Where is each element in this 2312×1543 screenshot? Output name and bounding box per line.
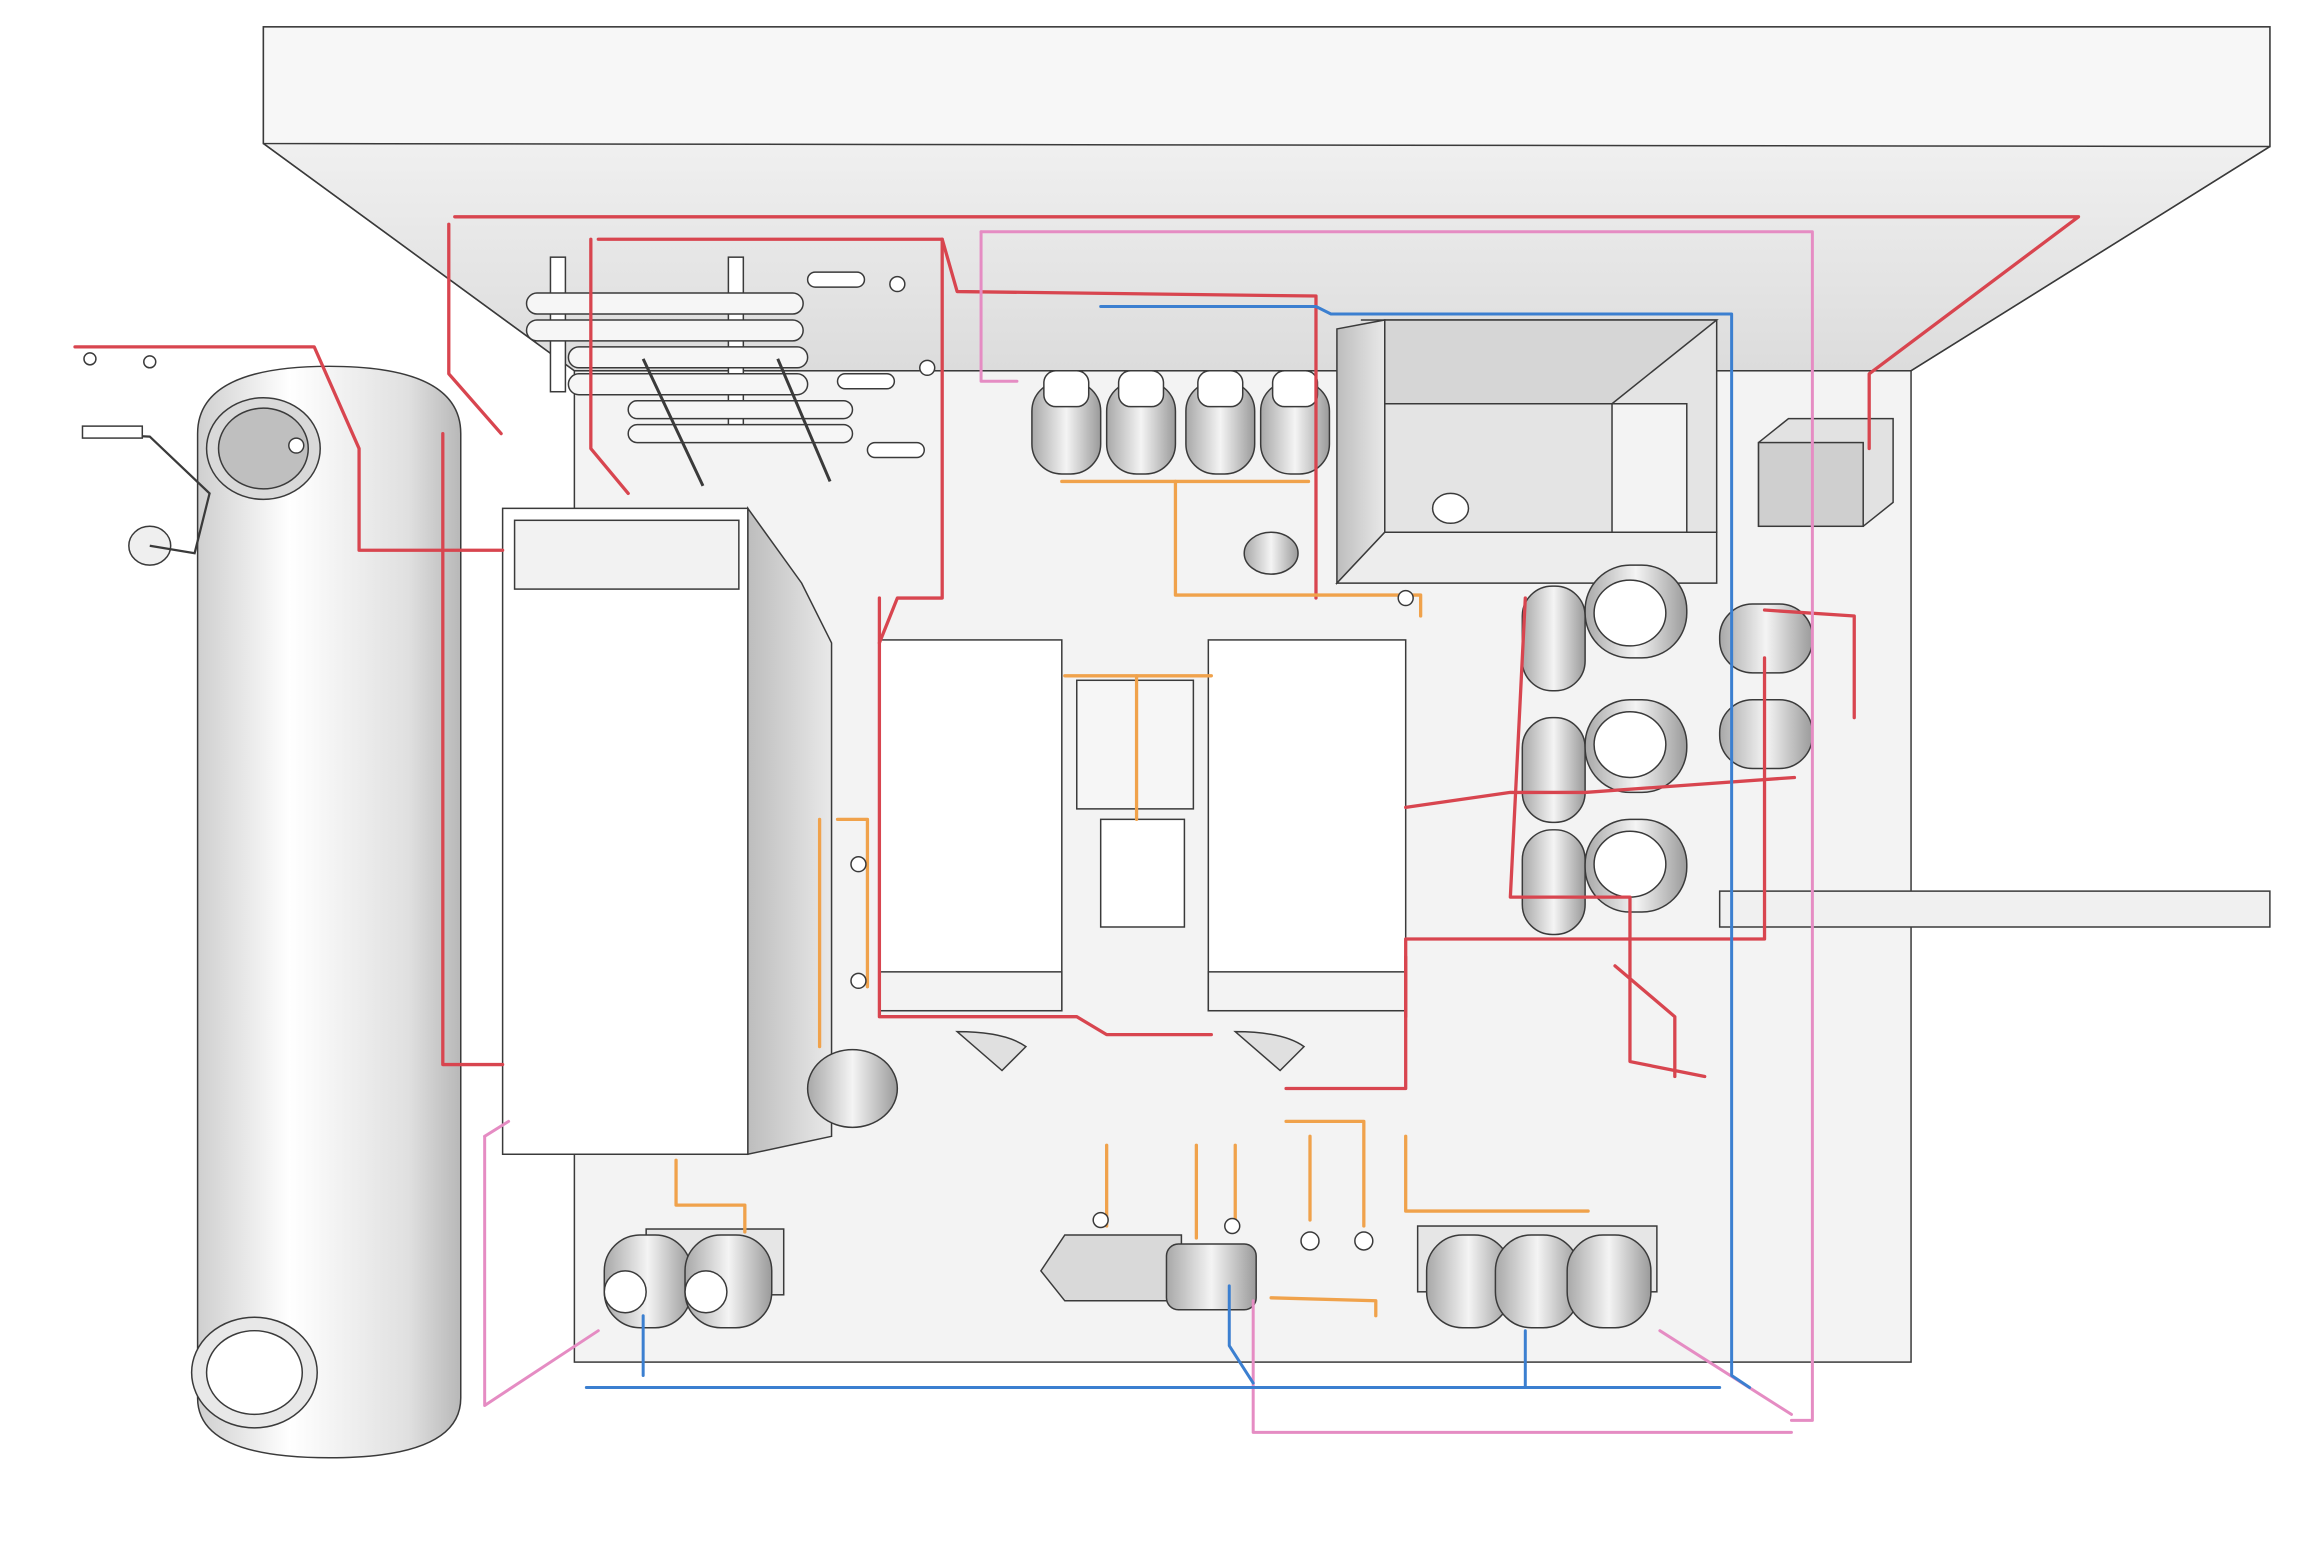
boiler-room-isometric-view (0, 0, 2312, 1543)
storage-tank (81, 365, 462, 1459)
boiler-right (1207, 639, 1407, 1072)
boiler-left (878, 639, 1063, 1072)
fuel-pump-unit (1039, 1234, 1257, 1311)
plant-room-drawing (73, 26, 2271, 1459)
control-cabinet (1757, 417, 1894, 528)
pump-group-bottom-right (1416, 1225, 1658, 1329)
pump-group-bottom-left (603, 1228, 785, 1329)
